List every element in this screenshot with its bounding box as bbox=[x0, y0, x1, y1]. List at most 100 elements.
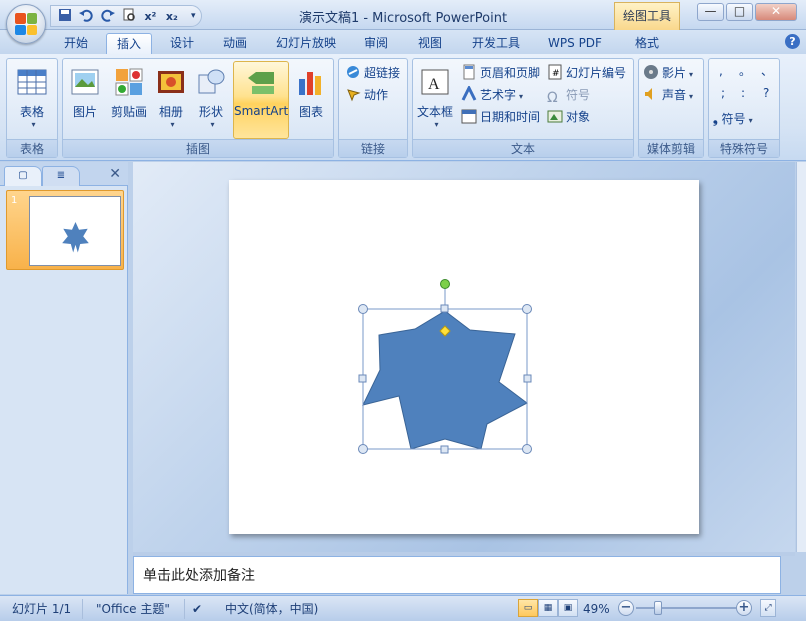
svg-text:A: A bbox=[428, 76, 440, 93]
slide-sorter-button[interactable]: ▦ bbox=[538, 599, 558, 617]
zoom-slider-thumb[interactable] bbox=[654, 601, 662, 615]
object-button[interactable]: 对象 bbox=[547, 107, 590, 127]
vertical-scrollbar[interactable] bbox=[796, 162, 806, 552]
tab-view[interactable]: 视图 bbox=[410, 33, 450, 54]
resize-handle-w[interactable] bbox=[358, 374, 367, 383]
group-label-links: 链接 bbox=[339, 139, 407, 157]
redo-icon[interactable] bbox=[100, 8, 115, 25]
tab-developer[interactable]: 开发工具 bbox=[462, 33, 530, 54]
resize-handle-ne[interactable] bbox=[522, 304, 532, 314]
picture-button[interactable]: 图片 bbox=[67, 61, 103, 139]
album-button[interactable]: 相册 ▾ bbox=[153, 61, 189, 139]
header-footer-icon bbox=[461, 64, 477, 80]
normal-view-button[interactable]: ▭ bbox=[518, 599, 538, 617]
resize-handle-sw[interactable] bbox=[358, 444, 368, 454]
resize-handle-e[interactable] bbox=[523, 374, 532, 383]
film-icon bbox=[643, 64, 659, 80]
zoom-out-button[interactable]: − bbox=[618, 600, 634, 616]
shapes-button[interactable]: 形状 ▾ bbox=[193, 61, 229, 139]
close-button[interactable]: ✕ bbox=[755, 3, 797, 21]
print-preview-icon[interactable] bbox=[121, 8, 136, 25]
zoom-level[interactable]: 49% bbox=[583, 600, 610, 618]
slide-number: 1 bbox=[11, 195, 18, 206]
clipart-button[interactable]: 剪贴画 bbox=[107, 61, 151, 139]
spelling-check-icon[interactable]: ✔ bbox=[192, 600, 202, 618]
omega-icon: Ω bbox=[547, 90, 558, 106]
slides-tab-icon: ▢ bbox=[18, 170, 28, 181]
tab-slides[interactable]: ▢ bbox=[4, 166, 42, 186]
sound-button[interactable]: 声音 ▾ bbox=[643, 85, 693, 105]
tab-review[interactable]: 审阅 bbox=[356, 33, 396, 54]
wordart-icon bbox=[461, 84, 477, 102]
action-button[interactable]: 动作 bbox=[345, 85, 388, 105]
hyperlink-button[interactable]: 超链接 bbox=[345, 63, 400, 83]
help-icon[interactable]: ? bbox=[785, 34, 800, 49]
resize-handle-s[interactable] bbox=[440, 445, 449, 454]
rotation-handle[interactable] bbox=[440, 279, 450, 289]
slide-thumbnail-preview bbox=[29, 196, 121, 266]
ribbon: 表格 ▾ 表格 图片 剪贴画 相册 ▾ 形状 ▾ SmartArt 图表 插图 … bbox=[0, 54, 806, 161]
calendar-icon bbox=[461, 108, 477, 124]
special-symbol-button[interactable]: ❟ 符号 ▾ bbox=[713, 109, 753, 129]
resize-handle-se[interactable] bbox=[522, 444, 532, 454]
subscript-icon[interactable]: x₂ bbox=[164, 10, 179, 23]
zoom-slider-track[interactable] bbox=[636, 607, 736, 609]
restore-button[interactable]: □ bbox=[726, 3, 753, 21]
action-icon bbox=[345, 86, 361, 102]
wordart-button[interactable]: 艺术字 ▾ bbox=[461, 84, 523, 105]
table-button[interactable]: 表格 ▾ bbox=[9, 61, 55, 139]
group-label-media: 媒体剪辑 bbox=[639, 139, 703, 157]
punct-question[interactable]: ? bbox=[763, 83, 769, 103]
slide-indicator: 幻灯片 1/1 bbox=[12, 602, 72, 616]
minimize-button[interactable]: — bbox=[697, 3, 724, 21]
tab-insert[interactable]: 插入 bbox=[106, 33, 152, 55]
tab-home[interactable]: 开始 bbox=[56, 33, 96, 54]
slide-number-button[interactable]: # 幻灯片编号 bbox=[547, 63, 626, 83]
tab-animation[interactable]: 动画 bbox=[214, 33, 256, 54]
tab-outline[interactable]: ≣ bbox=[42, 166, 80, 186]
superscript-icon[interactable]: x² bbox=[143, 10, 158, 23]
group-links: 超链接 动作 链接 bbox=[338, 58, 408, 158]
chart-button[interactable]: 图表 bbox=[293, 61, 329, 139]
punct-enumeration-comma[interactable]: 、 bbox=[761, 61, 773, 81]
tab-slideshow[interactable]: 幻灯片放映 bbox=[268, 33, 344, 54]
undo-icon[interactable] bbox=[78, 8, 93, 25]
language-indicator[interactable]: 中文(简体，中国) bbox=[225, 600, 318, 618]
movie-button[interactable]: 影片 ▾ bbox=[643, 63, 693, 83]
punct-colon[interactable]: : bbox=[741, 83, 745, 103]
slides-pane-tabs: ▢ ≣ ✕ bbox=[0, 162, 128, 186]
fit-to-window-button[interactable]: ⤢ bbox=[760, 599, 776, 617]
photo-album-icon bbox=[156, 67, 186, 97]
office-button[interactable] bbox=[6, 4, 46, 44]
datetime-button[interactable]: 日期和时间 bbox=[461, 107, 540, 127]
svg-text:#: # bbox=[552, 69, 560, 79]
punct-semicolon[interactable]: ; bbox=[721, 83, 725, 103]
header-footer-button[interactable]: 页眉和页脚 bbox=[461, 63, 540, 83]
punct-period[interactable]: 。 bbox=[739, 61, 751, 81]
slide-thumbnail-1[interactable]: 1 bbox=[6, 190, 124, 270]
theme-indicator[interactable]: "Office 主题" bbox=[96, 600, 170, 618]
save-icon[interactable] bbox=[57, 8, 72, 25]
customize-icon[interactable]: ▾ bbox=[186, 11, 201, 21]
ribbon-tabs: 开始 插入 设计 动画 幻灯片放映 审阅 视图 开发工具 WPS PDF 格式 … bbox=[0, 30, 806, 55]
tab-wps-pdf[interactable]: WPS PDF bbox=[540, 33, 610, 54]
group-media: 影片 ▾ 声音 ▾ 媒体剪辑 bbox=[638, 58, 704, 158]
close-pane-icon[interactable]: ✕ bbox=[109, 166, 121, 182]
object-icon bbox=[547, 108, 563, 124]
zoom-in-button[interactable]: + bbox=[736, 600, 752, 616]
quick-access-toolbar: x² x₂ ▾ bbox=[50, 5, 202, 27]
punct-comma[interactable]: , bbox=[719, 61, 723, 81]
notes-pane[interactable]: 单击此处添加备注 bbox=[133, 556, 781, 594]
clipart-icon bbox=[114, 67, 144, 97]
slide[interactable] bbox=[229, 180, 699, 534]
resize-handle-nw[interactable] bbox=[358, 304, 368, 314]
tab-design[interactable]: 设计 bbox=[162, 33, 202, 54]
context-tab-drawing-tools[interactable]: 绘图工具 bbox=[614, 2, 680, 30]
smartart-button[interactable]: SmartArt bbox=[233, 61, 289, 139]
tab-format[interactable]: 格式 bbox=[624, 33, 670, 54]
textbox-button[interactable]: A 文本框 ▾ bbox=[415, 61, 455, 139]
resize-handle-n[interactable] bbox=[440, 304, 449, 313]
slide-canvas bbox=[133, 162, 795, 552]
slideshow-button[interactable]: ▣ bbox=[558, 599, 578, 617]
symbol-button[interactable]: Ω 符号 bbox=[547, 85, 590, 106]
